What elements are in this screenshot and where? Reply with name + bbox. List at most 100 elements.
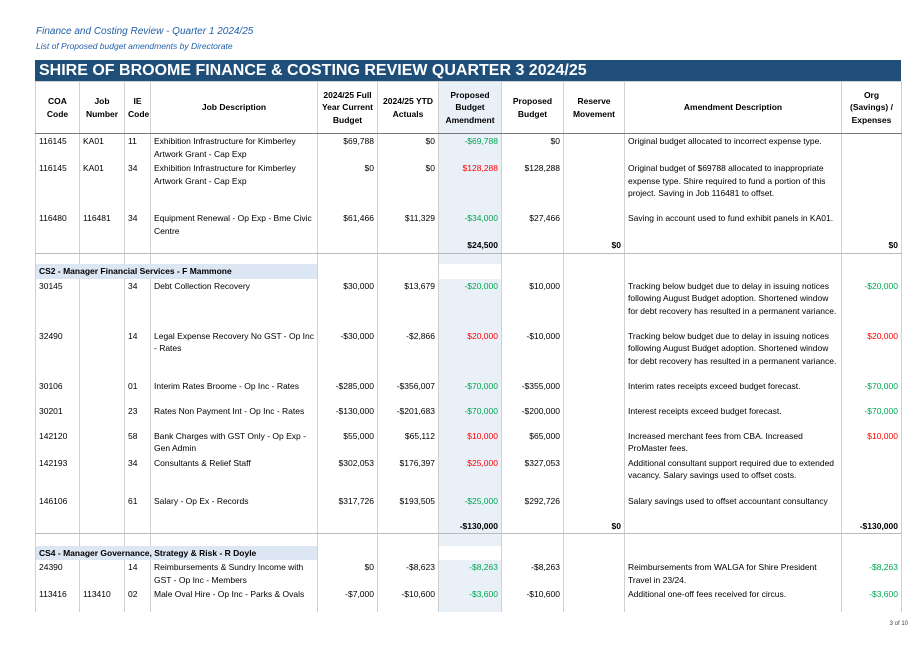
section-title: CS2 - Manager Financial Services - F Mam… xyxy=(35,264,318,279)
total-row: $24,500 $0 $0 xyxy=(35,238,902,254)
cell-amenddesc: Original budget of $69788 allocated to i… xyxy=(624,161,842,211)
cell-reserve xyxy=(563,493,625,519)
cell-ytd: $0 xyxy=(377,133,439,161)
cell-ie: 34 xyxy=(124,455,151,494)
cell-ytd: $11,329 xyxy=(377,211,439,238)
cell-org xyxy=(841,533,902,546)
total-ie xyxy=(124,518,151,534)
cell-amend xyxy=(438,253,502,264)
cell-reserve xyxy=(563,328,625,379)
cell-ie: 23 xyxy=(124,403,151,429)
cell-reserve xyxy=(563,403,625,429)
col-org: Org (Savings) / Expenses xyxy=(841,81,902,134)
cell-desc: Consultants & Relief Staff xyxy=(150,455,318,494)
cell-job xyxy=(79,455,125,494)
col-amenddesc: Amendment Description xyxy=(624,81,842,134)
empty-cell xyxy=(841,545,902,560)
cell-budget: $30,000 xyxy=(317,278,378,329)
cell-desc: Debt Collection Recovery xyxy=(150,278,318,329)
total-job xyxy=(79,238,125,254)
total-proposed xyxy=(501,238,564,254)
cell-ie: 34 xyxy=(124,211,151,238)
total-desc xyxy=(150,518,318,534)
cell-amend: -$70,000 xyxy=(438,378,502,404)
empty-cell xyxy=(563,264,625,279)
col-proposed: Proposed Budget xyxy=(501,81,564,134)
cell-job: 116481 xyxy=(79,211,125,238)
cell-proposed: $10,000 xyxy=(501,278,564,329)
cell-reserve xyxy=(563,533,625,546)
cell-ie: 01 xyxy=(124,378,151,404)
total-row: -$130,000 $0 -$130,000 xyxy=(35,518,902,534)
total-desc xyxy=(150,238,318,254)
cell-reserve xyxy=(563,378,625,404)
cell-proposed: $128,288 xyxy=(501,161,564,211)
cell-amend: -$8,263 xyxy=(438,560,502,587)
cell-org xyxy=(841,253,902,264)
cell-org: -$70,000 xyxy=(841,403,902,429)
cell-ytd: -$2,866 xyxy=(377,328,439,379)
cell-job xyxy=(79,428,125,456)
cell-amenddesc: Additional one-off fees received for cir… xyxy=(624,587,842,612)
cell-amend: -$20,000 xyxy=(438,278,502,329)
section-title: CS4 - Manager Governance, Strategy & Ris… xyxy=(35,545,318,560)
cell-ytd: -$8,623 xyxy=(377,560,439,587)
table-row xyxy=(35,253,902,264)
empty-cell xyxy=(317,545,378,560)
empty-cell xyxy=(501,545,564,560)
table-row: 116480 116481 34 Equipment Renewal - Op Exp… xyxy=(35,211,902,238)
cell-amend: -$25,000 xyxy=(438,493,502,519)
cell-amenddesc: Tracking below budget due to delay in is… xyxy=(624,278,842,329)
cell-budget: $55,000 xyxy=(317,428,378,456)
cell-job xyxy=(79,328,125,379)
cell-budget xyxy=(317,253,378,264)
table-row: 146106 61 Salary - Op Ex - Records $317,726… xyxy=(35,493,902,519)
cell-desc: Exhibition Infrastructure for Kimberley … xyxy=(150,133,318,161)
empty-cell xyxy=(501,264,564,279)
cell-budget: -$30,000 xyxy=(317,328,378,379)
cell-ie: 11 xyxy=(124,133,151,161)
cell-job: KA01 xyxy=(79,161,125,211)
cell-reserve xyxy=(563,428,625,456)
cell-org: -$8,263 xyxy=(841,560,902,587)
col-desc: Job Description xyxy=(150,81,318,134)
cell-amend xyxy=(438,533,502,546)
cell-reserve xyxy=(563,161,625,211)
cell-coa xyxy=(35,253,80,264)
cell-amenddesc: Interim rates receipts exceed budget for… xyxy=(624,378,842,404)
col-ie: IE Code xyxy=(124,81,151,134)
cell-desc: Bank Charges with GST Only - Op Exp - Ge… xyxy=(150,428,318,456)
cell-coa: 113416 xyxy=(35,587,80,612)
total-reserve: $0 xyxy=(563,518,625,534)
cell-amenddesc: Saving in account used to fund exhibit p… xyxy=(624,211,842,238)
total-budget xyxy=(317,238,378,254)
cell-amenddesc: Original budget allocated to incorrect e… xyxy=(624,133,842,161)
table-row: 142120 58 Bank Charges with GST Only - Op … xyxy=(35,428,902,456)
cell-reserve xyxy=(563,253,625,264)
cell-coa xyxy=(35,533,80,546)
total-org: $0 xyxy=(841,238,902,254)
report-title: Finance and Costing Review - Quarter 1 2… xyxy=(36,26,254,37)
empty-cell xyxy=(841,264,902,279)
cell-reserve xyxy=(563,560,625,587)
total-coa xyxy=(35,238,80,254)
table-row: 30145 34 Debt Collection Recovery $30,000 $1… xyxy=(35,278,902,329)
col-reserve: Reserve Movement xyxy=(563,81,625,134)
section-header-row: CS4 - Manager Governance, Strategy & Ris… xyxy=(35,545,902,560)
cell-org: -$3,600 xyxy=(841,587,902,612)
total-amenddesc xyxy=(624,238,842,254)
cell-org xyxy=(841,133,902,161)
cell-ie: 14 xyxy=(124,560,151,587)
cell-ytd: -$356,007 xyxy=(377,378,439,404)
cell-reserve xyxy=(563,455,625,494)
col-budget: 2024/25 Full Year Current Budget xyxy=(317,81,378,134)
cell-reserve xyxy=(563,211,625,238)
cell-org: -$20,000 xyxy=(841,278,902,329)
cell-org xyxy=(841,211,902,238)
cell-amenddesc: Salary savings used to offset accountant… xyxy=(624,493,842,519)
cell-org xyxy=(841,493,902,519)
cell-ytd: -$201,683 xyxy=(377,403,439,429)
col-coa: COA Code xyxy=(35,81,80,134)
total-coa xyxy=(35,518,80,534)
cell-ytd: $65,112 xyxy=(377,428,439,456)
